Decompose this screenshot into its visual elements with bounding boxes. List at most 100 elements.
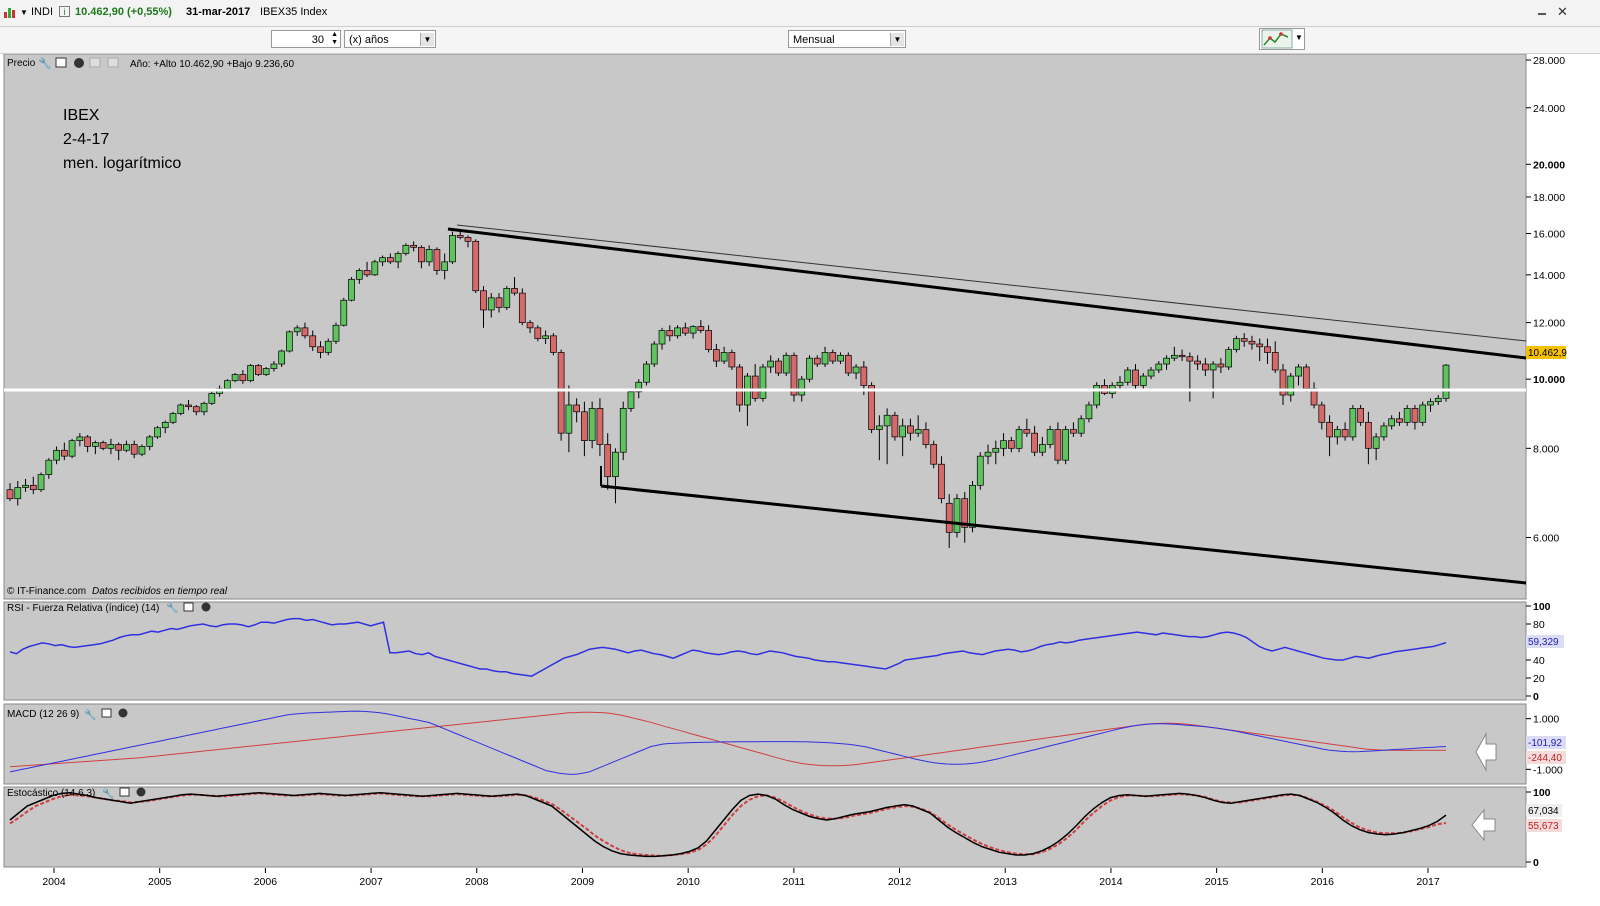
candle-body (697, 326, 705, 331)
x-tick-label: 2013 (994, 876, 1018, 888)
candle-body (573, 404, 580, 413)
candle-body (720, 352, 728, 362)
interval-value: Mensual (793, 34, 835, 46)
copy-icon[interactable] (89, 57, 101, 68)
candle-body (123, 444, 130, 451)
spin-icon[interactable]: ▲ ▼ (331, 31, 338, 47)
paste-icon[interactable] (107, 57, 119, 68)
stoch-panel-bg (3, 786, 1527, 868)
candle-body (852, 366, 860, 374)
candle-body (29, 484, 37, 491)
minimize-icon[interactable] (1538, 13, 1546, 15)
toolbar: 30 ▲ ▼ (x) años ▼ Mensual ▼ ▼ (0, 27, 1600, 54)
close-panel-icon[interactable] (74, 58, 84, 68)
wrench-icon[interactable]: 🔧 (102, 787, 114, 800)
rsi-tick-label: 80 (1533, 619, 1545, 631)
candle-body (1147, 369, 1155, 377)
candle-body (1116, 381, 1124, 386)
candle-body (1380, 425, 1388, 438)
wrench-icon[interactable]: 🔧 (84, 708, 96, 721)
candle-body (1163, 357, 1170, 365)
candle-body (1194, 360, 1201, 365)
close-window-icon[interactable]: ✕ (1557, 4, 1568, 20)
candle-body (410, 244, 417, 248)
candle-body (425, 249, 433, 263)
candle-body (976, 455, 984, 486)
candle-body (596, 408, 604, 445)
dropdown-arrow-icon[interactable]: ▼ (20, 8, 28, 17)
candle-body (99, 442, 107, 449)
price-tick-label: 6.000 (1533, 532, 1559, 544)
candle-body (1085, 404, 1093, 420)
candle-body (130, 444, 138, 455)
drawing-tools-button[interactable]: ▼ (1259, 28, 1305, 50)
signal-label: -244,40 (1528, 753, 1562, 764)
price-tick-label: 8.000 (1533, 443, 1559, 455)
price-panel-title: Precio (7, 58, 36, 69)
candle-body (883, 414, 891, 427)
candle-body (821, 352, 829, 365)
close-panel-icon[interactable] (201, 602, 211, 612)
candle-body (767, 360, 775, 368)
candle-body (348, 278, 355, 301)
candle-body (286, 331, 293, 352)
candle-body (681, 327, 689, 334)
price-tick-label: 10.000 (1533, 374, 1565, 386)
wrench-icon[interactable]: 🔧 (38, 56, 52, 70)
price-tick-label: 24.000 (1533, 103, 1565, 115)
chart-app-icon[interactable] (4, 6, 16, 18)
candle-body (386, 257, 394, 263)
candle-body (355, 270, 363, 280)
candle-body (1302, 366, 1310, 389)
price-y-axis: 28.000 24.000 20.000 18.000 16.000 14.000 12.0… (1526, 55, 1565, 544)
candle-body (449, 235, 456, 263)
candle-body (938, 463, 945, 500)
candle-body (1155, 363, 1163, 371)
info-icon[interactable]: i (59, 6, 70, 17)
maximize-icon[interactable] (101, 708, 112, 718)
period-input[interactable]: 30 ▲ ▼ (271, 30, 341, 48)
maximize-icon[interactable] (183, 602, 194, 612)
stoch-panel-title: Estocástico (14 6 3) (7, 788, 95, 799)
wrench-icon[interactable]: 🔧 (166, 601, 178, 614)
candle-body (1132, 369, 1139, 386)
x-axis-bg (4, 868, 1526, 904)
candle-body (511, 288, 518, 294)
candle-body (806, 357, 813, 380)
candle-body (1295, 366, 1302, 377)
candle-body (76, 436, 84, 442)
annotation-line-3: men. logarítmico (63, 155, 181, 172)
candle-body (550, 335, 557, 353)
candle-body (759, 366, 767, 399)
rsi-tick-label: 40 (1533, 655, 1545, 667)
candle-body (534, 327, 542, 339)
credit: © IT-Finance.com (7, 586, 86, 597)
period-unit-select[interactable]: (x) años ▼ (344, 30, 436, 48)
stoch-tick-label: 100 (1533, 787, 1551, 799)
candle-body (456, 235, 464, 238)
candle-body (480, 290, 487, 311)
candle-body (689, 326, 697, 334)
candle-body (674, 327, 681, 337)
price-change: 10.462,90 (+0,55%) (75, 6, 172, 18)
candle-body (146, 436, 154, 447)
macd-tick-label: 1.000 (1533, 714, 1559, 726)
candle-body (876, 425, 883, 430)
interval-select[interactable]: Mensual ▼ (788, 30, 906, 48)
candle-body (658, 330, 666, 345)
maximize-icon[interactable] (119, 787, 130, 797)
candle-body (518, 292, 526, 323)
maximize-icon[interactable] (55, 57, 67, 68)
price-tick-label: 28.000 (1533, 55, 1565, 67)
rsi-tick-label: 100 (1533, 601, 1551, 613)
close-panel-icon[interactable] (118, 708, 128, 718)
candle-body (922, 429, 930, 445)
close-panel-icon[interactable] (136, 787, 146, 797)
candle-body (1039, 444, 1046, 453)
x-tick-label: 2014 (1099, 876, 1123, 888)
candle-body (200, 402, 208, 413)
candle-body (891, 414, 899, 438)
chevron-down-icon: ▼ (1295, 33, 1303, 42)
candle-body (379, 257, 386, 263)
candle-body (837, 354, 844, 362)
